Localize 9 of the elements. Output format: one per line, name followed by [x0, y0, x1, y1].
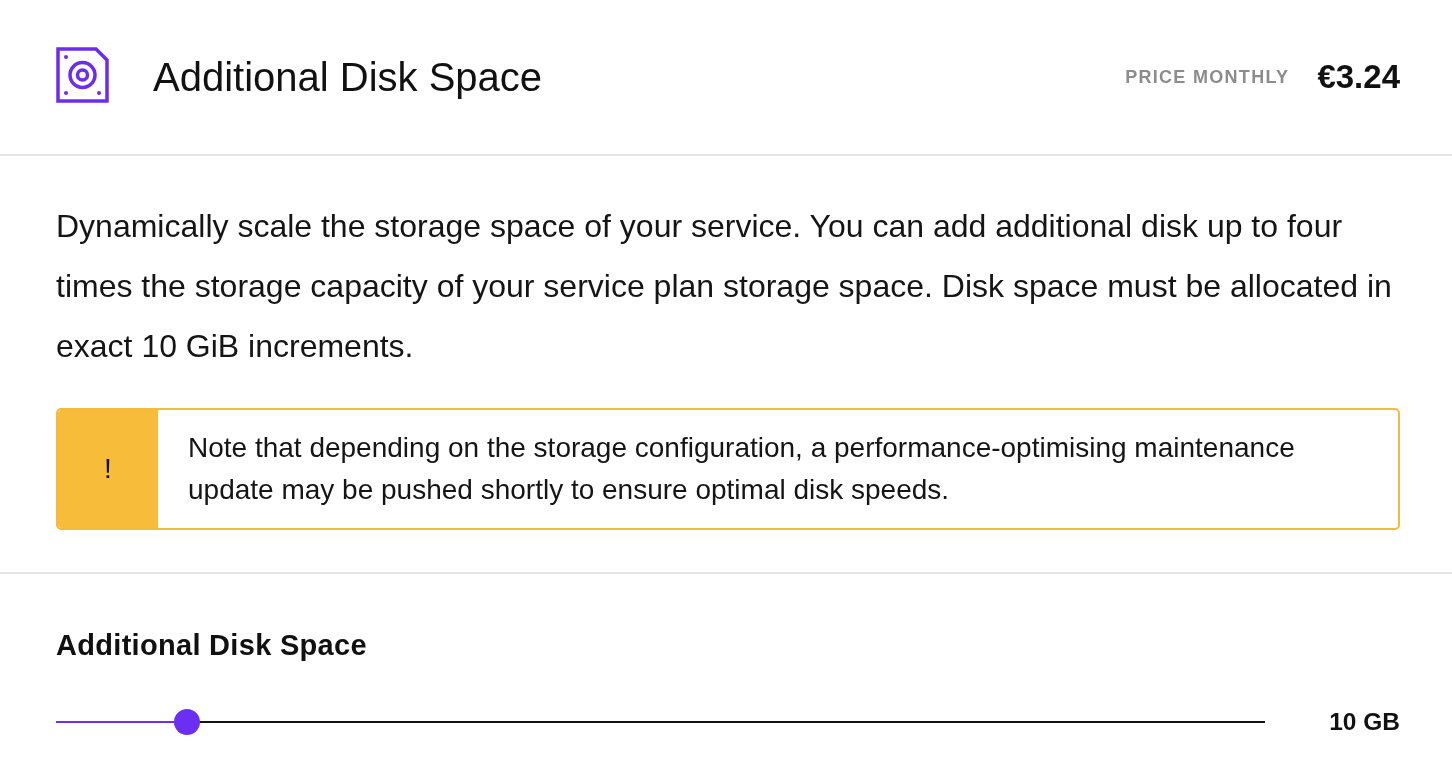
description-text: Dynamically scale the storage space of your service. You can add additional disk up to four times the storage capacity of your service plan storage space. Disk space must be allocated in exact 10 GiB increments. [56, 207, 1393, 366]
slider-label: Additional Disk Space [56, 629, 367, 661]
price-value: €3.24 [1317, 58, 1400, 96]
slider-value: 10 GB [1329, 708, 1400, 736]
exclamation-icon: ! [104, 453, 112, 485]
price-label: PRICE MONTHLY [1125, 66, 1290, 88]
product-title: Additional Disk Space [153, 54, 543, 100]
slider-handle[interactable] [173, 709, 200, 735]
notice-text: Note that depending on the storage configuration, a performance-optimising maintenance update may be pushed shortly to ensure optimal disk speeds. [187, 431, 1296, 507]
